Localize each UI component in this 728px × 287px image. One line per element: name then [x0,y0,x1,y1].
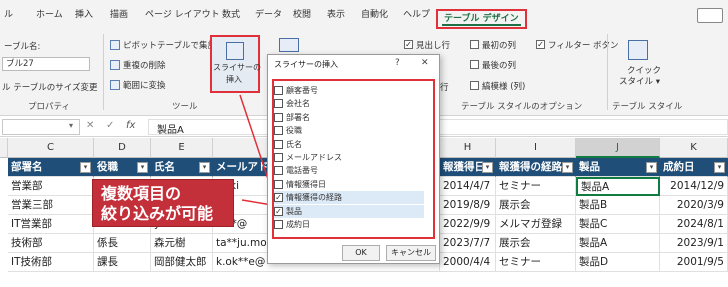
ok-button[interactable]: OK [342,245,380,261]
field-checkbox[interactable] [274,112,283,122]
field-label: 情報獲得の経路 [286,193,342,203]
slicer-field-item[interactable]: ✓ 製品 [274,204,424,218]
slicer-field-item[interactable]: 顧客番号 [274,84,424,97]
annotation-callout: 複数項目の 絞り込みが可能 [92,179,234,227]
field-label: メールアドレス [286,153,342,162]
slicer-field-item[interactable]: 役職 [274,124,424,137]
slicer-field-item[interactable]: 情報獲得日 [274,178,424,191]
dialog-title: スライサーの挿入 [274,60,338,69]
insert-slicer-dialog: スライサーの挿入 ? ✕ OK キャンセル 顧客番号会社名部署名役職氏名メールア… [267,54,440,264]
field-checkbox[interactable] [274,126,283,136]
slicer-field-item[interactable]: 氏名 [274,138,424,151]
callout-line-1: 複数項目の [101,184,182,203]
field-label: 電話番号 [286,166,318,176]
field-label: 役職 [286,126,302,136]
slicer-field-item[interactable]: 成約日 [274,218,424,231]
field-label: 成約日 [286,220,310,229]
field-checkbox[interactable] [274,166,283,176]
field-checkbox[interactable]: ✓ [274,206,283,216]
field-label: 氏名 [286,139,302,149]
slicer-field-item[interactable]: 会社名 [274,97,424,110]
cancel-button[interactable]: キャンセル [386,245,436,261]
field-checkbox[interactable] [274,99,283,109]
field-checkbox[interactable]: ✓ [274,193,283,203]
field-checkbox[interactable] [274,179,283,189]
slicer-field-item[interactable]: 電話番号 [274,164,424,177]
field-label: 会社名 [286,99,310,109]
help-icon[interactable]: ? [395,58,400,68]
field-checkbox[interactable] [274,220,283,229]
callout-line-2: 絞り込みが可能 [101,204,214,223]
field-checkbox[interactable] [274,139,283,149]
slicer-field-item[interactable]: 部署名 [274,111,424,124]
field-checkbox[interactable] [274,86,283,95]
slicer-field-item[interactable]: メールアドレス [274,151,424,164]
slicer-field-item[interactable]: ✓ 情報獲得の経路 [274,191,424,205]
field-label: 顧客番号 [286,86,318,95]
field-label: 情報獲得日 [286,179,326,189]
field-label: 製品 [286,206,302,216]
field-checkbox[interactable] [274,153,283,162]
field-label: 部署名 [286,112,310,122]
close-icon[interactable]: ✕ [421,58,429,68]
